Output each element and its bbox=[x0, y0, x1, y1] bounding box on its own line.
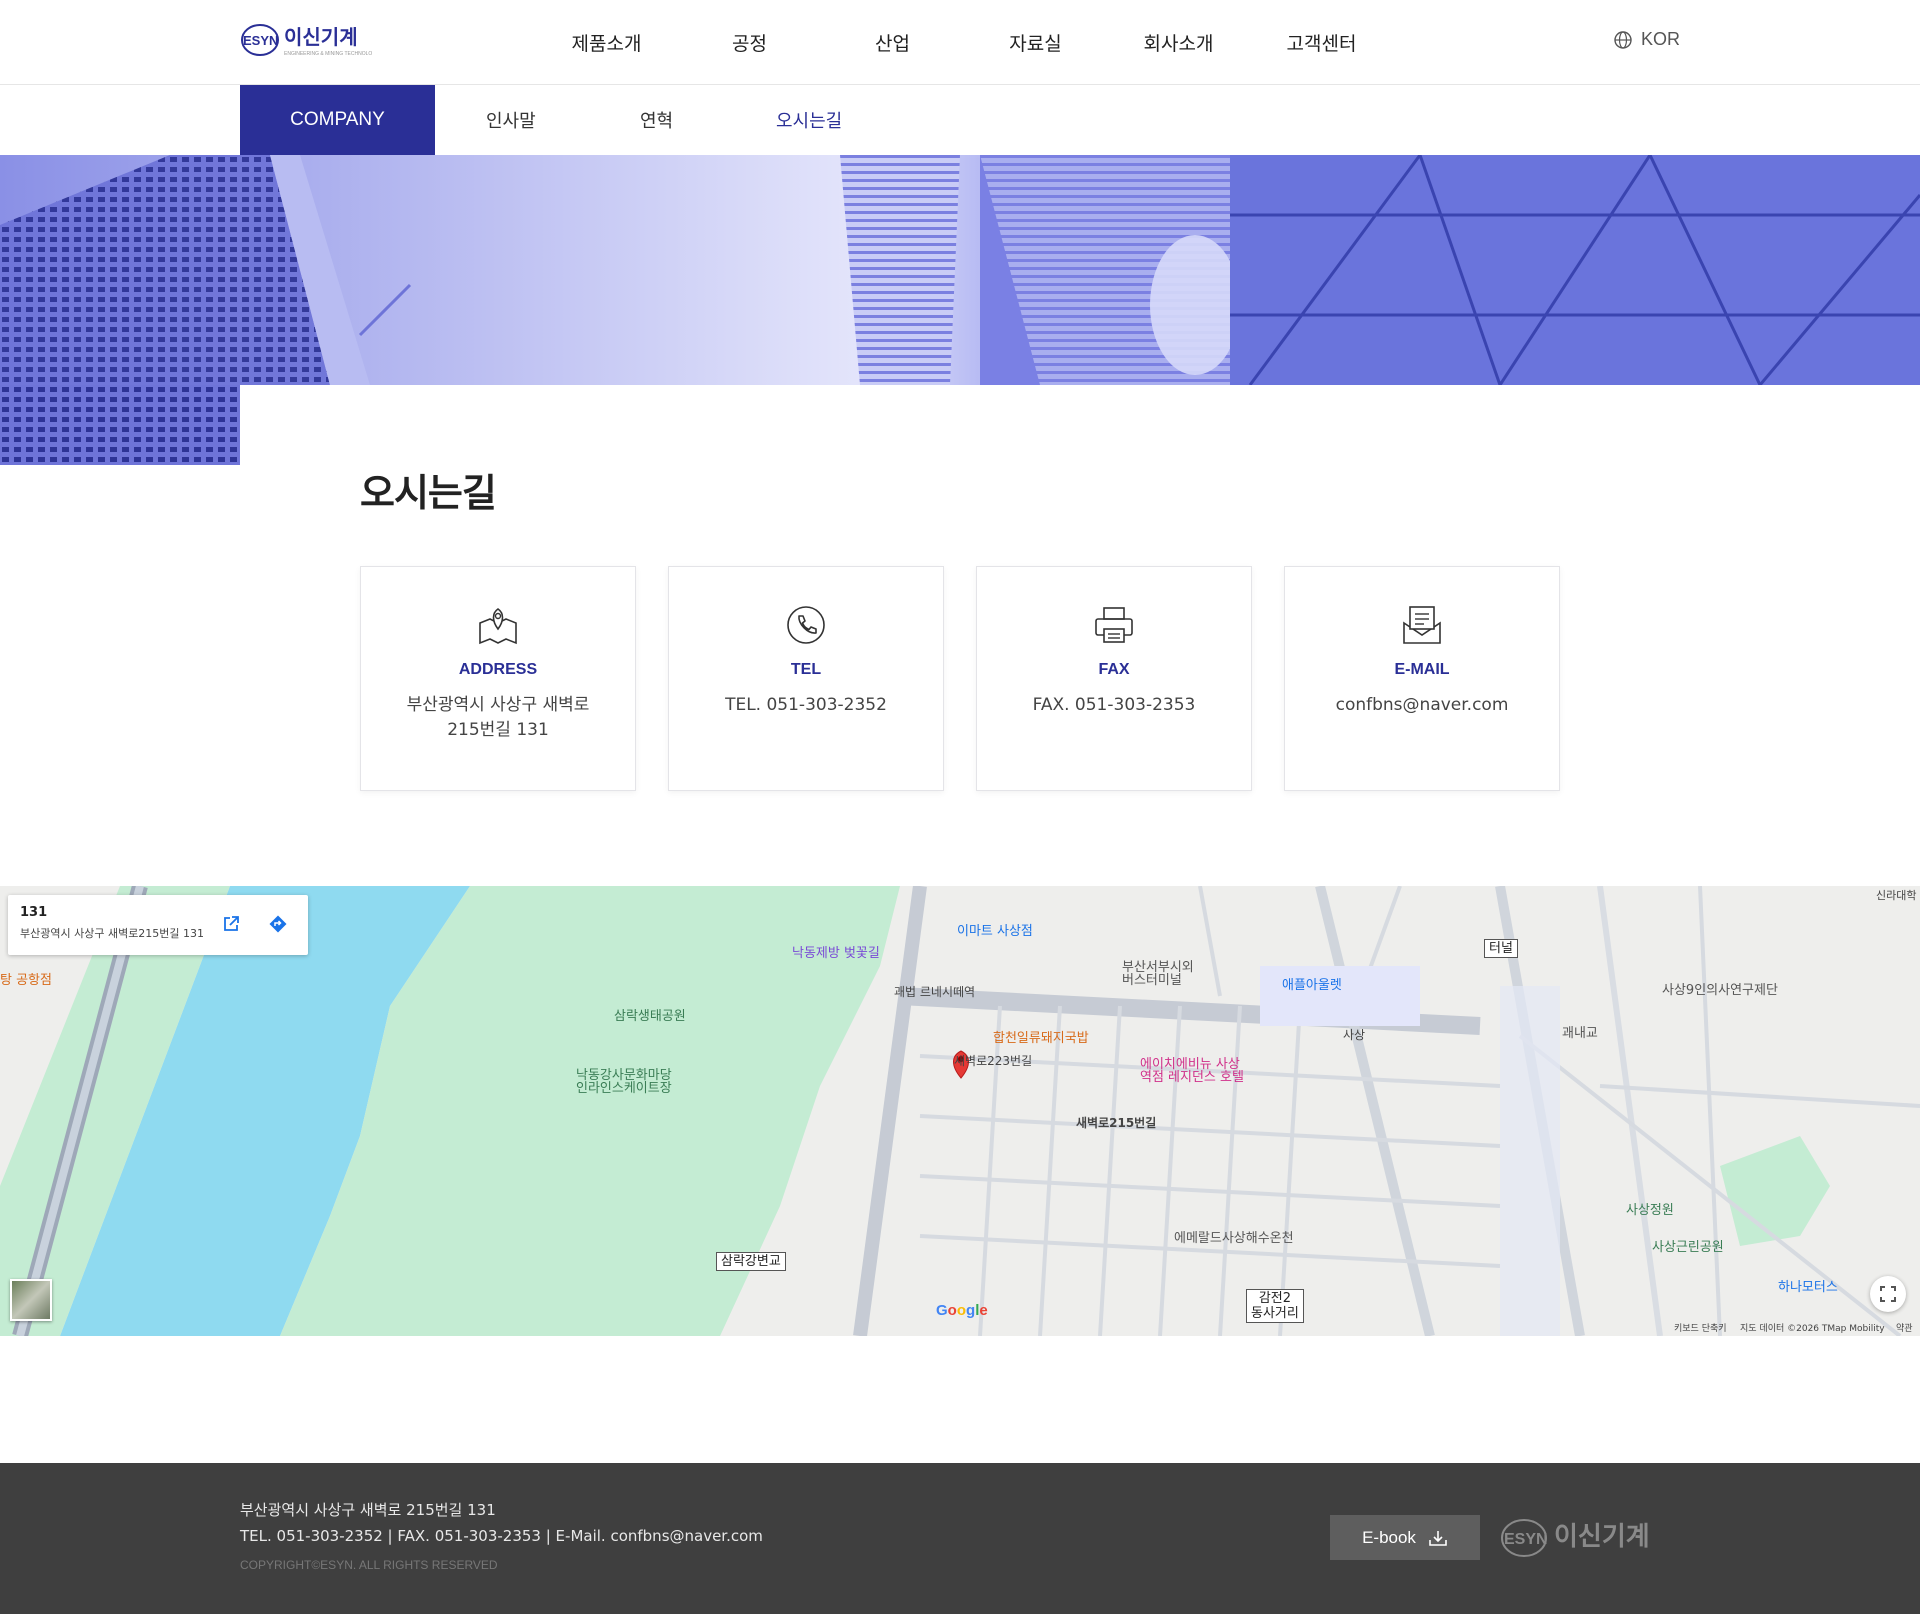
map-label-tunnel: 터널 bbox=[1484, 939, 1518, 958]
map-label-gaebeop-station: 괘법 르네시떼역 bbox=[894, 985, 976, 999]
download-icon bbox=[1429, 1530, 1447, 1546]
tab-greeting[interactable]: 인사말 bbox=[486, 85, 536, 155]
nav-industry[interactable]: 산업 bbox=[821, 0, 964, 85]
hero-banner bbox=[0, 155, 1920, 385]
main-nav: 제품소개 공정 산업 자료실 회사소개 고객센터 bbox=[535, 0, 1393, 85]
nav-process[interactable]: 공정 bbox=[678, 0, 821, 85]
svg-text:ESYN: ESYN bbox=[243, 33, 278, 48]
map-label-institute: 사상9인의사연구제단 bbox=[1662, 983, 1778, 998]
svg-text:ESYN: ESYN bbox=[1504, 1531, 1548, 1548]
card-title: TEL bbox=[790, 661, 822, 678]
footer-copyright: COPYRIGHT©ESYN. ALL RIGHTS RESERVED bbox=[240, 1558, 498, 1572]
contact-cards: ADDRESS 부산광역시 사상구 새벽로 215번길 131 TEL TEL.… bbox=[360, 566, 1560, 791]
card-text: 부산광역시 사상구 새벽로 215번길 131 bbox=[406, 695, 590, 740]
place-info-card: 131 부산광역시 사상구 새벽로215번길 131 bbox=[8, 895, 308, 955]
map-label-sangnak-park: 삼락생태공원 bbox=[614, 1009, 686, 1024]
map-label-silla: 신라대학 bbox=[1876, 889, 1917, 902]
ebook-label: E-book bbox=[1362, 1527, 1416, 1547]
language-selector[interactable]: KOR bbox=[1613, 29, 1680, 50]
fax-card: FAX FAX. 051-303-2353 bbox=[976, 566, 1252, 791]
globe-icon bbox=[1614, 30, 1632, 49]
section-company-tab[interactable]: COMPANY bbox=[240, 85, 435, 155]
map-label-emart: 이마트 사상점 bbox=[957, 924, 1033, 939]
tel-card: TEL TEL. 051-303-2352 bbox=[668, 566, 944, 791]
map-label-saebyeok215: 새벽로215번길 bbox=[1076, 1116, 1157, 1130]
nav-resources[interactable]: 자료실 bbox=[964, 0, 1107, 85]
svg-text:이신기계: 이신기계 bbox=[1554, 1522, 1650, 1552]
address-card: ADDRESS 부산광역시 사상구 새벽로 215번길 131 bbox=[360, 566, 636, 791]
card-text: FAX. 051-303-2353 bbox=[1032, 695, 1196, 715]
map-label-emerald: 에메랄드사상해수온천 bbox=[1174, 1231, 1294, 1246]
map-label-samnak-bridge: 삼락강변교 bbox=[716, 1252, 786, 1271]
logo-name: 이신기계 bbox=[284, 25, 358, 49]
esyn-logo[interactable]: ESYN 이신기계 ENGINEERING & MINING TECHNOLOG… bbox=[240, 22, 380, 58]
map-label-sasang-park: 사상근린공원 bbox=[1652, 1240, 1724, 1255]
card-title: ADDRESS bbox=[458, 661, 538, 678]
external-link-icon bbox=[224, 916, 239, 931]
map-label-bus-terminal: 부산서부시외 버스터미널 bbox=[1122, 960, 1194, 988]
map-label-restaurant: 합천일류돼지국밥 bbox=[993, 1031, 1089, 1046]
google-logo: Google bbox=[936, 1302, 988, 1319]
map-label-gamjeon: 감전2 동사거리 bbox=[1246, 1289, 1304, 1323]
map-label-nakdong-park: 낙동제방 벚꽃길 bbox=[792, 946, 880, 961]
location-map[interactable]: 131 부산광역시 사상구 새벽로215번길 131 탕 공항점 낙동제방 벚꽃… bbox=[0, 886, 1920, 1336]
map-label-culture-yard: 낙동강사문화마당 인라인스케이트장 bbox=[576, 1068, 672, 1096]
place-name: 131 bbox=[20, 905, 48, 920]
open-map-button[interactable] bbox=[216, 909, 246, 939]
language-label: KOR bbox=[1641, 29, 1681, 49]
tab-directions[interactable]: 오시는길 bbox=[776, 85, 842, 155]
map-label-apple-outlet: 애플아울렛 bbox=[1282, 978, 1342, 993]
banner-extension bbox=[0, 385, 240, 465]
map-label-saebyeok223: 새벽로223번길 bbox=[954, 1054, 1033, 1068]
map-label-hotel: 에이치에비뉴 사상 역점 레지던스 호텔 bbox=[1140, 1057, 1244, 1085]
map-label-airport: 탕 공항점 bbox=[0, 973, 52, 988]
card-title: E-MAIL bbox=[1394, 661, 1450, 678]
page-title: 오시는길 bbox=[360, 471, 497, 515]
tab-history[interactable]: 연혁 bbox=[640, 85, 673, 155]
card-title: FAX bbox=[1098, 661, 1130, 678]
place-address: 부산광역시 사상구 새벽로215번길 131 bbox=[20, 927, 205, 940]
email-card: E-MAIL confbns@naver.com bbox=[1284, 566, 1560, 791]
fullscreen-button[interactable] bbox=[1870, 1276, 1906, 1312]
sub-nav: COMPANY 인사말 연혁 오시는길 bbox=[0, 85, 1920, 155]
site-header: ESYN 이신기계 ENGINEERING & MINING TECHNOLOG… bbox=[0, 0, 1920, 85]
map-label-sasang: 사상 bbox=[1343, 1028, 1366, 1042]
nav-support[interactable]: 고객센터 bbox=[1250, 0, 1393, 85]
nav-products[interactable]: 제품소개 bbox=[535, 0, 678, 85]
satellite-toggle[interactable] bbox=[10, 1279, 52, 1321]
map-keyboard-shortcuts[interactable]: 키보드 단축키 bbox=[1674, 1321, 1727, 1334]
card-text: TEL. 051-303-2352 bbox=[725, 695, 887, 715]
phone-icon bbox=[787, 606, 825, 644]
directions-icon bbox=[269, 915, 287, 933]
map-terms[interactable]: 약관 bbox=[1896, 1321, 1913, 1334]
footer-logo: ESYN 이신기계 bbox=[1500, 1515, 1662, 1561]
svg-text:ENGINEERING & MINING TECHNOLOG: ENGINEERING & MINING TECHNOLOGY bbox=[284, 51, 372, 57]
map-label-sasang-garden: 사상정원 bbox=[1626, 1203, 1674, 1218]
site-footer: 부산광역시 사상구 새벽로 215번길 131 TEL. 051-303-235… bbox=[0, 1463, 1920, 1614]
map-pin-icon bbox=[479, 608, 517, 645]
directions-button[interactable] bbox=[263, 909, 293, 939]
footer-contact: TEL. 051-303-2352 | FAX. 051-303-2353 | … bbox=[240, 1527, 763, 1545]
map-data-attribution: 지도 데이터 ©2026 TMap Mobility bbox=[1740, 1324, 1885, 1334]
nav-company[interactable]: 회사소개 bbox=[1107, 0, 1250, 85]
card-text: confbns@naver.com bbox=[1335, 695, 1509, 715]
map-label-gwaenaegyo: 괘내교 bbox=[1562, 1026, 1598, 1041]
printer-icon bbox=[1095, 607, 1133, 643]
fullscreen-icon bbox=[1880, 1286, 1896, 1302]
ebook-button[interactable]: E-book bbox=[1330, 1515, 1480, 1560]
footer-address: 부산광역시 사상구 새벽로 215번길 131 bbox=[240, 1501, 496, 1519]
map-label-hana-motors: 하나모터스 bbox=[1778, 1280, 1838, 1295]
mail-icon bbox=[1403, 606, 1441, 644]
